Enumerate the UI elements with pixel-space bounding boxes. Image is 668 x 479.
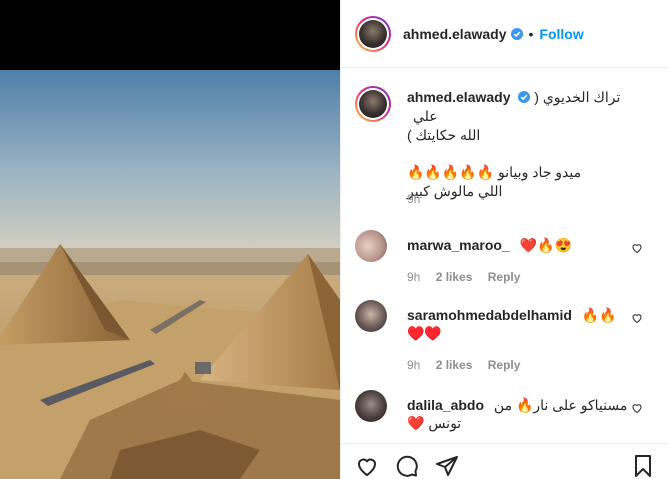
post-panel: ahmed.elawady • Follow ahmed.elawady ترا… [340, 0, 668, 479]
separator-dot: • [528, 25, 534, 42]
comment-likes[interactable]: 2 likes [436, 358, 473, 372]
comment-text: ❤️🔥😍 [519, 237, 572, 253]
caption-text-line3: ميدو جاد وبيانو 🔥🔥🔥🔥🔥 [407, 164, 582, 180]
comment-heart-icon[interactable] [631, 242, 643, 254]
author-username[interactable]: ahmed.elawady [403, 26, 507, 42]
caption-text-line2: الله حكايتك ) [407, 127, 481, 143]
comment-icon[interactable] [395, 454, 419, 478]
bookmark-icon[interactable] [631, 454, 655, 478]
commenter-avatar[interactable] [355, 390, 387, 422]
follow-button[interactable]: Follow [539, 26, 583, 42]
comment-row: saramohmedabdelhamid 🔥🔥 ♥️♥️ 9h 2 likes … [355, 300, 665, 372]
comment-time: 9h [407, 358, 421, 372]
commenter-avatar[interactable] [355, 230, 387, 262]
comment-reply-button[interactable]: Reply [488, 358, 521, 372]
caption-username[interactable]: ahmed.elawady [407, 89, 511, 105]
comment-username[interactable]: saramohmedabdelhamid [407, 307, 572, 323]
verified-badge-icon [510, 27, 523, 40]
author-avatar[interactable] [355, 15, 391, 52]
caption-text-line4: اللي مالوش كبير [407, 183, 503, 199]
verified-badge-icon [518, 91, 531, 103]
comment-text-line2: ♥️♥️ [407, 325, 442, 341]
comment-username[interactable]: marwa_maroo_ [407, 237, 510, 253]
caption-avatar[interactable] [355, 86, 391, 122]
commenter-avatar[interactable] [355, 300, 387, 332]
action-bar [341, 443, 668, 479]
comment-reply-button[interactable]: Reply [488, 270, 521, 284]
comment-text: 🔥🔥 [581, 307, 617, 323]
comment-row: marwa_maroo_ ❤️🔥😍 9h 2 likes Reply [355, 230, 665, 290]
comments-list[interactable]: ahmed.elawady تراك الخديوي ( علي الله حك… [341, 68, 668, 443]
share-icon[interactable] [435, 454, 459, 478]
comment-username[interactable]: dalila_abdo [407, 397, 484, 413]
comment-text: مسنياكو على نار🔥 من [493, 397, 628, 413]
comment-heart-icon[interactable] [631, 312, 643, 324]
heart-icon[interactable] [355, 454, 379, 478]
post-media[interactable] [0, 0, 340, 479]
comment-text-line2: تونس ❤️ [407, 415, 462, 431]
comment-time: 9h [407, 270, 421, 284]
post-container: ahmed.elawady • Follow ahmed.elawady ترا… [0, 0, 668, 479]
comment-row: dalila_abdo مسنياكو على نار🔥 من تونس ❤️ [355, 390, 665, 440]
caption-time: 9h [407, 192, 421, 206]
comment-heart-icon[interactable] [631, 402, 643, 414]
pyramids-image [0, 0, 340, 479]
comment-likes[interactable]: 2 likes [436, 270, 473, 284]
caption: ahmed.elawady تراك الخديوي ( علي الله حك… [355, 86, 655, 211]
post-header: ahmed.elawady • Follow [341, 0, 668, 68]
